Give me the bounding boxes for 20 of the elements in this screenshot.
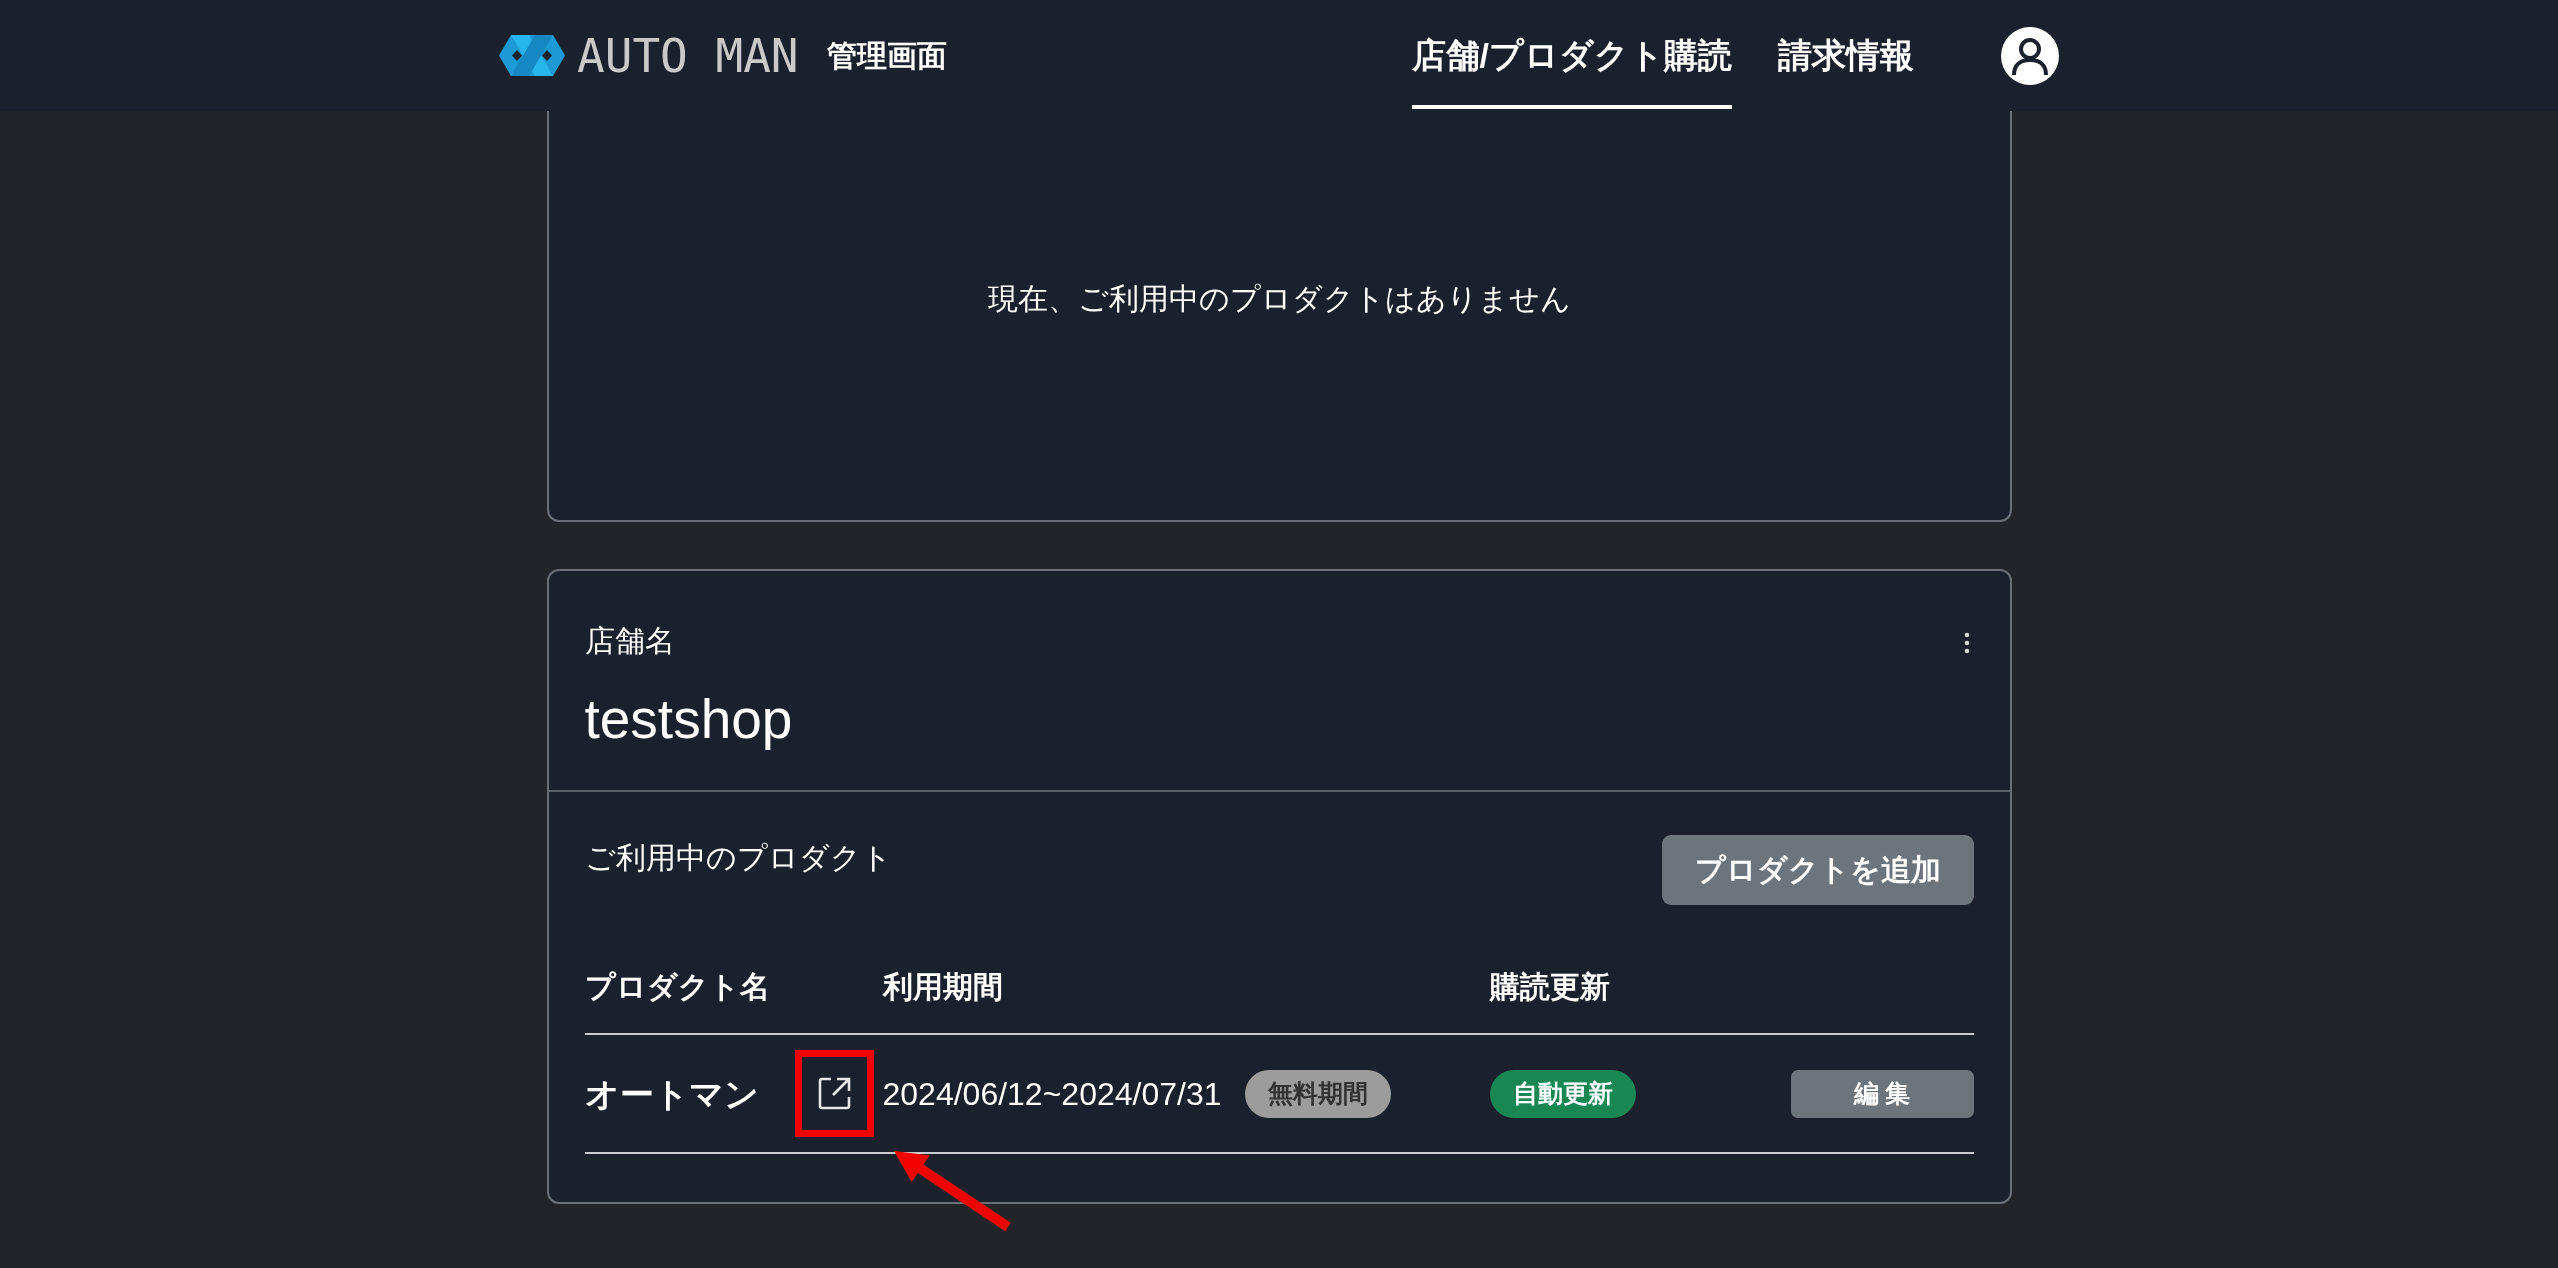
column-header: 購読更新 <box>1489 969 1610 1005</box>
trial-badge: 無料期間 <box>1244 1069 1391 1118</box>
edit-button[interactable]: 編 集 <box>1790 1069 1974 1118</box>
auto-renew-badge: 自動更新 <box>1489 1069 1636 1118</box>
external-link-icon[interactable] <box>816 1076 852 1111</box>
user-avatar-icon[interactable] <box>2001 26 2059 85</box>
logo-text: AUTO MAN <box>577 30 799 81</box>
empty-message: 現在、ご利用中のプロダクトはありません <box>987 281 1571 317</box>
period-text: 2024/06/12~2024/07/31 <box>882 1074 1222 1114</box>
add-product-button[interactable]: プロダクトを追加 <box>1661 835 1974 905</box>
column-header: 利用期間 <box>882 969 1003 1005</box>
nav-tab[interactable]: 請求情報 <box>1778 0 1914 109</box>
column-header: プロダクト名 <box>584 969 770 1005</box>
kebab-menu-icon[interactable] <box>1963 632 1970 654</box>
admin-label: 管理画面 <box>826 37 947 74</box>
shop-name: testshop <box>584 687 793 752</box>
section-title: ご利用中のプロダクト <box>584 840 892 876</box>
field-label: 店舗名 <box>584 623 675 659</box>
logo-icon <box>499 35 565 76</box>
product-name: オートマン <box>584 1073 759 1114</box>
